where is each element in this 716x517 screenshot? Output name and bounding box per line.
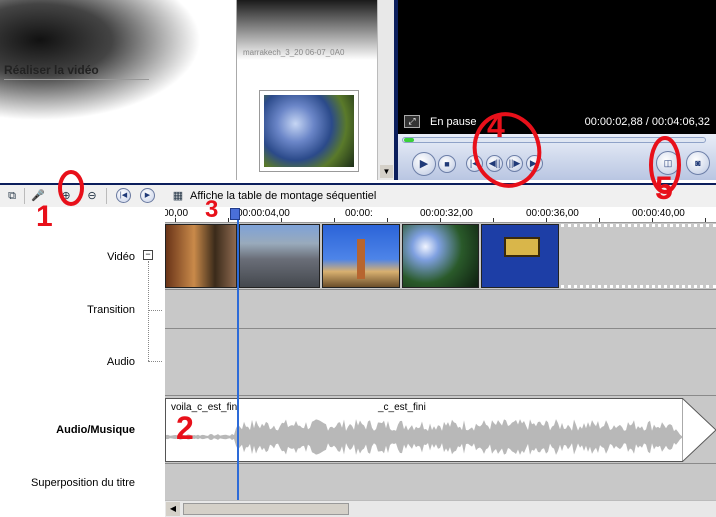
timeline-scrollbar[interactable]: ◀ (165, 500, 716, 517)
timeline-tracks: voila_c_est_fini _c_est_fini (165, 223, 716, 500)
scroll-down-icon[interactable]: ▼ (380, 165, 393, 178)
video-clip[interactable] (165, 224, 237, 288)
music-clip[interactable]: voila_c_est_fini _c_est_fini (165, 398, 684, 462)
monitor-status-bar: ⤢ En pause 00:00:02,88 / 00:04:06,32 (398, 110, 716, 134)
collapse-video-track-icon[interactable]: − (143, 250, 153, 260)
track-label-video: Vidéo (107, 251, 135, 263)
tasks-panel: Réaliser la vidéo (0, 0, 236, 180)
timeline-ruler[interactable]: 00,00 00:00:04,00 00:00: 00:00:32,00 00:… (165, 207, 716, 223)
track-label-audio-music: Audio/Musique (56, 424, 135, 436)
annotation-number: 4 (487, 108, 505, 144)
playhead-handle[interactable] (230, 208, 240, 220)
collection-clip-thumbnail[interactable] (259, 90, 359, 172)
scroll-left-icon[interactable]: ◀ (166, 502, 180, 516)
toolbar-separator (24, 188, 25, 204)
ruler-tick (281, 218, 282, 222)
expand-monitor-icon[interactable]: ⤢ (404, 115, 420, 128)
video-clip[interactable] (481, 224, 559, 288)
ruler-tick-label: 00:00:32,00 (420, 208, 473, 219)
ruler-tick (493, 218, 494, 222)
preview-screen (398, 0, 716, 110)
transition-track[interactable] (165, 290, 716, 329)
ruler-tick (705, 218, 706, 222)
step-back-button[interactable]: ◀|| (486, 155, 503, 172)
playback-time: 00:00:02,88 / 00:04:06,32 (584, 116, 710, 128)
seek-thumb[interactable] (404, 138, 414, 142)
audio-track[interactable] (165, 329, 716, 396)
annotation-number: 2 (176, 410, 194, 446)
set-audio-levels-icon[interactable]: ⧉ (4, 188, 20, 204)
ruler-tick (175, 218, 176, 222)
preview-monitor: ⤢ En pause 00:00:02,88 / 00:04:06,32 ▶ ■… (394, 0, 716, 180)
playhead-line[interactable] (237, 220, 239, 500)
video-clip[interactable] (322, 224, 400, 288)
video-clip[interactable] (402, 224, 479, 288)
title-overlay-track[interactable] (165, 464, 716, 500)
video-clip[interactable] (239, 224, 320, 288)
previous-frame-button[interactable]: |◀ (466, 155, 483, 172)
track-labels: Vidéo − Transition Audio Audio/Musique S… (0, 207, 165, 517)
ruler-tick (334, 218, 335, 222)
play-button[interactable]: ▶ (412, 152, 436, 176)
storyboard-icon[interactable]: ▦ (170, 188, 186, 204)
ruler-tick-label: 00:00: (345, 208, 373, 219)
clip-sign (504, 237, 540, 257)
take-picture-button[interactable]: ◙ (686, 151, 710, 175)
rewind-timeline-icon[interactable]: |◀ (116, 188, 131, 203)
music-clip-label: _c_est_fini (378, 402, 426, 413)
zoom-in-icon[interactable]: ⊕ (58, 188, 74, 204)
music-clip-end-arrow (682, 398, 716, 462)
annotation-number: 3 (205, 196, 219, 223)
audio-music-track[interactable]: voila_c_est_fini _c_est_fini (165, 396, 716, 464)
video-track[interactable] (165, 223, 716, 290)
toolbar-separator (106, 188, 107, 204)
track-label-title-overlay: Superposition du titre (31, 477, 135, 489)
play-timeline-icon[interactable]: ▶ (140, 188, 155, 203)
ruler-tick-label: 00,00 (165, 208, 189, 219)
ruler-tick (652, 218, 653, 222)
zoom-out-icon[interactable]: ⊖ (84, 188, 100, 204)
collection-scrollbar[interactable]: ▼ (377, 0, 394, 180)
make-video-link[interactable]: Réaliser la vidéo (4, 63, 149, 80)
collection-clip-name: marrakech_3_20 06-07_0A0 (243, 48, 345, 57)
video-track-drop-zone[interactable] (561, 224, 716, 288)
step-forward-button[interactable]: ||▶ (506, 155, 523, 172)
timeline-toolbar: ⧉ 🎤 ⊕ ⊖ |◀ ▶ ▦ Affiche la table de monta… (0, 183, 716, 207)
audio-waveform (166, 419, 684, 455)
tree-connector (148, 361, 162, 362)
track-label-transition: Transition (87, 304, 135, 316)
tree-connector (148, 261, 149, 361)
scrollbar-thumb[interactable] (183, 503, 349, 515)
clip-minaret (357, 239, 365, 279)
ruler-tick-label: 00:00:36,00 (526, 208, 579, 219)
tasks-panel-shadow (0, 0, 236, 120)
ruler-tick (599, 218, 600, 222)
ruler-tick (387, 218, 388, 222)
seek-bar[interactable] (402, 137, 706, 143)
annotation-number: 5 (655, 170, 673, 206)
annotation-number: 1 (36, 200, 53, 233)
stop-button[interactable]: ■ (438, 155, 456, 173)
playback-state: En pause (430, 116, 477, 128)
ruler-tick-label: 00:00:40,00 (632, 208, 685, 219)
next-frame-button[interactable]: ▶| (526, 155, 543, 172)
track-label-audio: Audio (106, 356, 135, 368)
collection-panel: marrakech_3_20 06-07_0A0 ▼ (236, 0, 394, 180)
ruler-tick (440, 218, 441, 222)
ruler-tick (228, 218, 229, 222)
tree-connector (148, 310, 162, 311)
ruler-tick (546, 218, 547, 222)
